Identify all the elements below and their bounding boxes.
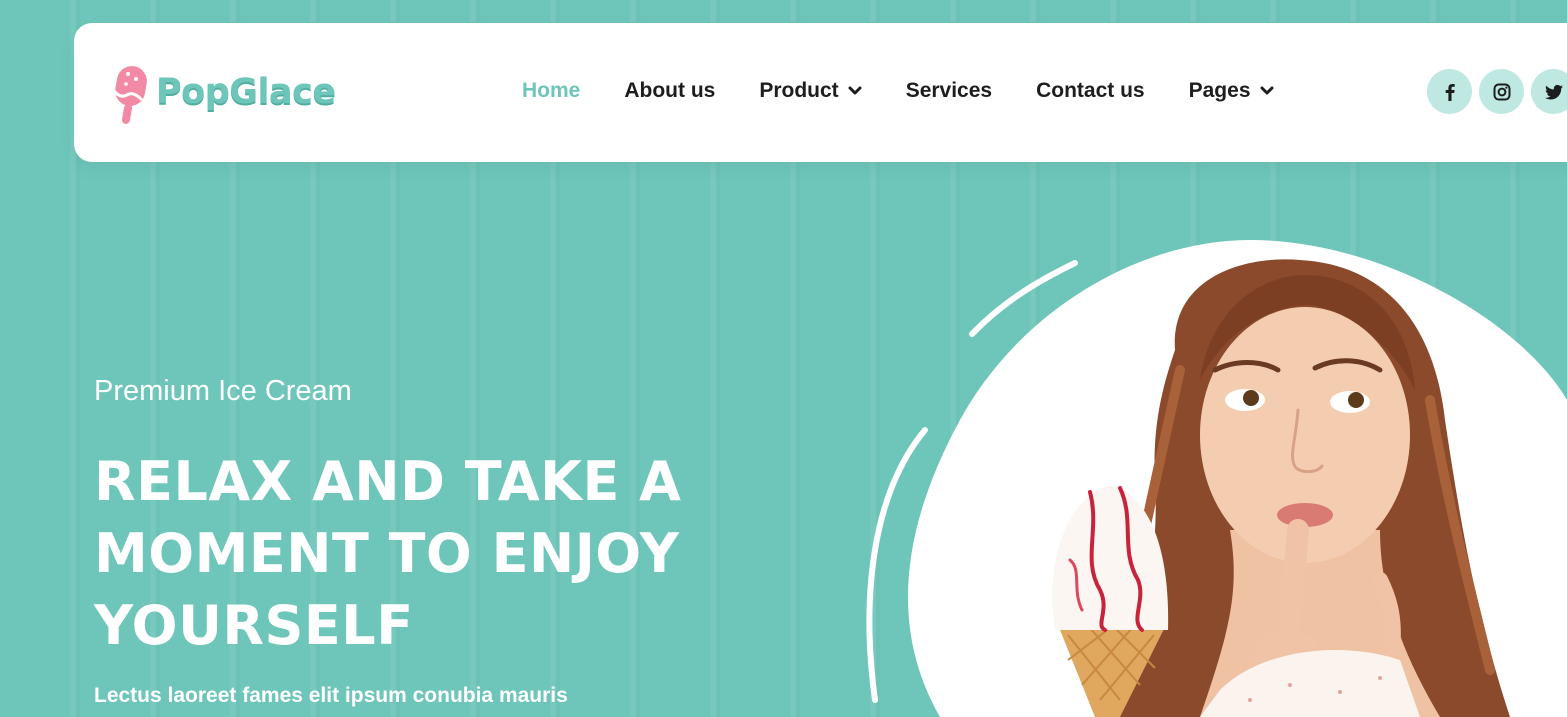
hero-eyebrow: Premium Ice Cream: [94, 375, 352, 407]
nav-services[interactable]: Services: [906, 79, 992, 103]
nav-services-label: Services: [905, 79, 993, 102]
popsicle-icon: [111, 66, 147, 124]
main-nav: Home About us Product Services Contact u…: [522, 79, 1274, 103]
nav-product-label: Product: [759, 79, 839, 102]
nav-product[interactable]: Product: [759, 79, 862, 103]
chevron-down-icon: [848, 86, 862, 95]
facebook-icon: [1445, 83, 1455, 101]
facebook-button[interactable]: [1427, 69, 1472, 114]
hero-lead-text: Lectus laoreet fames elit ipsum conubia …: [94, 684, 568, 707]
chevron-down-icon: [1260, 86, 1273, 95]
nav-home-label: Home: [522, 79, 581, 102]
brand-logo[interactable]: PopGlace: [108, 59, 336, 125]
hero-image: [866, 240, 1567, 717]
nav-pages-label: Pages: [1188, 79, 1251, 102]
nav-contact-us[interactable]: Contact us: [1036, 79, 1145, 103]
twitter-icon: [1544, 84, 1563, 99]
nav-about-us[interactable]: About us: [624, 79, 715, 103]
nav-home[interactable]: Home: [522, 79, 580, 103]
nav-about-us-label: About us: [624, 79, 716, 102]
instagram-button[interactable]: [1479, 69, 1524, 114]
social-links: [1427, 69, 1567, 114]
hero-headline: RELAX AND TAKE A MOMENT TO ENJOY YOURSEL…: [94, 450, 682, 657]
site-header: PopGlace Home About us Product Services …: [74, 23, 1567, 162]
nav-pages[interactable]: Pages: [1189, 79, 1274, 103]
twitter-button[interactable]: [1531, 69, 1567, 114]
nav-contact-us-label: Contact us: [1036, 79, 1145, 102]
instagram-icon: [1493, 83, 1510, 100]
brand-name: PopGlace: [156, 72, 336, 112]
